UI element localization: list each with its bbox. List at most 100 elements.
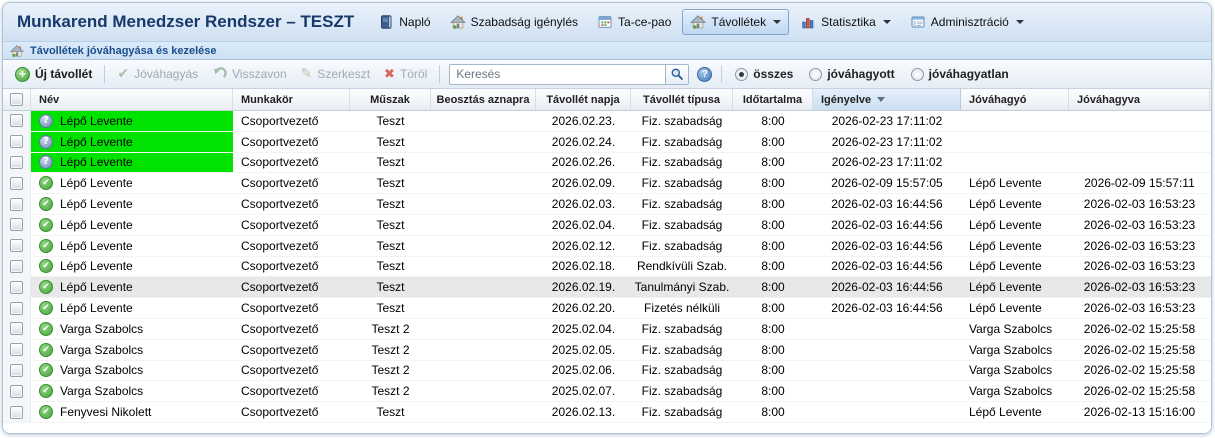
table-row[interactable]: Lépő Levente Csoportvezető Teszt 2026.02… <box>3 173 1211 194</box>
table-row[interactable]: Fenyvesi Nikolett Csoportvezető Teszt 20… <box>3 402 1211 423</box>
chevron-down-icon <box>883 20 891 24</box>
approved-check-icon <box>39 405 53 419</box>
row-checkbox[interactable] <box>10 281 23 294</box>
column-header-muszak[interactable]: Műszak <box>350 89 431 110</box>
header-checkbox-cell[interactable] <box>3 89 31 110</box>
delete-button[interactable]: ✖ Töröl <box>377 64 434 85</box>
cell-jovahagyva <box>1069 153 1210 173</box>
chevron-down-icon <box>773 20 781 24</box>
cell-jovahagyva: 2026-02-03 16:53:23 <box>1069 277 1210 297</box>
radio-jovahagyatlan[interactable]: jóváhagyatlan <box>911 67 1009 81</box>
column-header-tipusa[interactable]: Távollét típusa <box>631 89 733 110</box>
row-checkbox[interactable] <box>10 114 23 127</box>
row-checkbox[interactable] <box>10 135 23 148</box>
cell-igenyelve: 2026-02-03 16:44:56 <box>813 215 961 235</box>
row-checkbox[interactable] <box>10 343 23 356</box>
cell-nev: Varga Szabolcs <box>31 319 233 339</box>
cell-tavollet-tipusa: Fiz. szabadság <box>631 319 733 339</box>
cell-idotartalma: 8:00 <box>733 319 813 339</box>
search-input[interactable] <box>450 67 665 81</box>
row-checkbox[interactable] <box>10 218 23 231</box>
app-title: Munkarend Menedzser Rendszer – TESZT <box>17 12 354 32</box>
cell-idotartalma: 8:00 <box>733 236 813 256</box>
cell-tavollet-tipusa: Fiz. szabadság <box>631 236 733 256</box>
menu-item-statisztika[interactable]: Statisztika <box>792 9 899 35</box>
new-absence-button[interactable]: + Új távollét <box>8 64 99 85</box>
cell-nev: Lépő Levente <box>31 111 233 131</box>
column-header-jovahagyva[interactable]: Jóváhagyva <box>1069 89 1210 110</box>
cell-tavollet-tipusa: Fiz. szabadság <box>631 340 733 360</box>
row-checkbox[interactable] <box>10 322 23 335</box>
cell-nev: Lépő Levente <box>31 236 233 256</box>
row-checkbox[interactable] <box>10 385 23 398</box>
row-checkbox[interactable] <box>10 302 23 315</box>
menu-label: Statisztika <box>821 15 876 29</box>
table-row[interactable]: Lépő Levente Csoportvezető Teszt 2026.02… <box>3 215 1211 236</box>
row-checkbox[interactable] <box>10 406 23 419</box>
table-row[interactable]: Varga Szabolcs Csoportvezető Teszt 2 202… <box>3 361 1211 382</box>
column-header-beosztas[interactable]: Beosztás aznapra <box>431 89 536 110</box>
table-row[interactable]: Lépő Levente Csoportvezető Teszt 2026.02… <box>3 257 1211 278</box>
cell-tavollet-napja: 2026.02.26. <box>536 153 631 173</box>
row-checkbox[interactable] <box>10 177 23 190</box>
table-row[interactable]: Lépő Levente Csoportvezető Teszt 2026.02… <box>3 111 1211 132</box>
table-row[interactable]: Lépő Levente Csoportvezető Teszt 2026.02… <box>3 236 1211 257</box>
menu-item-ta-ce-pao[interactable]: Ta-ce-pao <box>589 9 679 35</box>
column-header-napja[interactable]: Távollét napja <box>536 89 631 110</box>
cell-jovahagyo: Lépő Levente <box>961 298 1069 318</box>
menu-item-szabadsag-igenyles[interactable]: Szabadság igénylés <box>442 9 586 35</box>
edit-button[interactable]: ✎ Szerkeszt <box>294 63 377 85</box>
search-button[interactable] <box>665 65 688 84</box>
row-checkbox-cell <box>3 402 31 422</box>
table-row[interactable]: Varga Szabolcs Csoportvezető Teszt 2 202… <box>3 340 1211 361</box>
column-header-igenyelve-sorted[interactable]: Igényelve <box>813 89 961 110</box>
cell-tavollet-napja: 2026.02.09. <box>536 173 631 193</box>
cell-munkakor: Csoportvezető <box>233 298 350 318</box>
approve-button[interactable]: ✔ Jóváhagyás <box>110 63 205 85</box>
select-all-checkbox[interactable] <box>10 93 23 106</box>
column-header-idotartalma[interactable]: Időtartalma <box>733 89 813 110</box>
cell-beosztas-aznapra <box>431 132 536 152</box>
cell-idotartalma: 8:00 <box>733 298 813 318</box>
cell-jovahagyo: Varga Szabolcs <box>961 381 1069 401</box>
cell-muszak: Teszt <box>350 236 431 256</box>
cell-tavollet-tipusa: Fiz. szabadság <box>631 132 733 152</box>
table-row[interactable]: Lépő Levente Csoportvezető Teszt 2026.02… <box>3 277 1211 298</box>
cell-tavollet-tipusa: Fiz. szabadság <box>631 111 733 131</box>
column-header-jovahagyo[interactable]: Jóváhagyó <box>961 89 1069 110</box>
approved-check-icon <box>39 280 53 294</box>
table-row[interactable]: Varga Szabolcs Csoportvezető Teszt 2 202… <box>3 381 1211 402</box>
row-checkbox[interactable] <box>10 239 23 252</box>
row-checkbox[interactable] <box>10 156 23 169</box>
cell-beosztas-aznapra <box>431 402 536 422</box>
row-checkbox-cell <box>3 153 31 173</box>
row-checkbox[interactable] <box>10 364 23 377</box>
cell-jovahagyva <box>1069 132 1210 152</box>
cell-idotartalma: 8:00 <box>733 194 813 214</box>
menu-item-adminisztracio[interactable]: Adminisztráció <box>902 9 1032 35</box>
row-checkbox[interactable] <box>10 198 23 211</box>
cell-igenyelve: 2026-02-23 17:11:02 <box>813 111 961 131</box>
row-checkbox-cell <box>3 381 31 401</box>
cell-jovahagyo <box>961 111 1069 131</box>
column-header-nev[interactable]: Név <box>31 89 233 110</box>
help-icon[interactable]: ? <box>697 67 712 82</box>
row-checkbox[interactable] <box>10 260 23 273</box>
cell-munkakor: Csoportvezető <box>233 361 350 381</box>
radio-jovahagyott[interactable]: jóváhagyott <box>809 67 894 81</box>
radio-label: jóváhagyott <box>827 67 894 81</box>
radio-osszes[interactable]: összes <box>735 67 793 81</box>
revoke-button[interactable]: Visszavon <box>205 64 293 85</box>
row-checkbox-cell <box>3 194 31 214</box>
pending-question-icon <box>39 114 53 128</box>
table-row[interactable]: Lépő Levente Csoportvezető Teszt 2026.02… <box>3 153 1211 174</box>
table-row[interactable]: Lépő Levente Csoportvezető Teszt 2026.02… <box>3 132 1211 153</box>
cell-jovahagyo: Lépő Levente <box>961 194 1069 214</box>
table-row[interactable]: Lépő Levente Csoportvezető Teszt 2026.02… <box>3 194 1211 215</box>
menu-item-tavolletek[interactable]: Távollétek <box>682 9 789 35</box>
menu-item-naplo[interactable]: Napló <box>370 9 438 35</box>
table-row[interactable]: Varga Szabolcs Csoportvezető Teszt 2 202… <box>3 319 1211 340</box>
table-row[interactable]: Lépő Levente Csoportvezető Teszt 2026.02… <box>3 298 1211 319</box>
column-header-munkakor[interactable]: Munkakör <box>233 89 350 110</box>
cell-filler <box>1210 402 1212 422</box>
